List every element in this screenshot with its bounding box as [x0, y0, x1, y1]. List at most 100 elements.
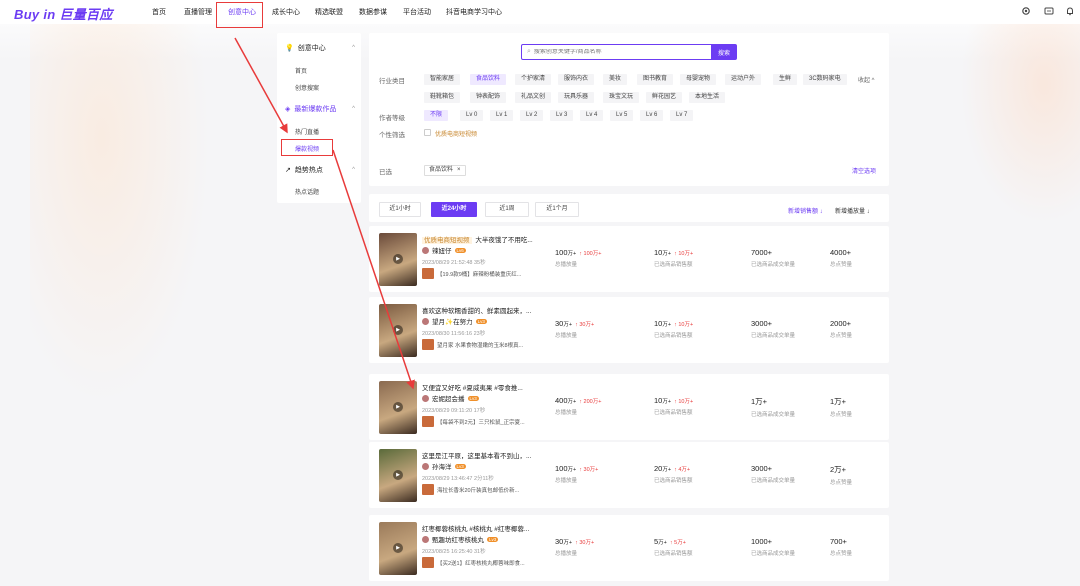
industry-chip-row2-1[interactable]: 钟表配饰 — [470, 92, 507, 103]
quality-video-label[interactable]: 优质电商短视频 — [435, 129, 477, 138]
play-icon[interactable]: ▶ — [393, 254, 403, 264]
sort-plays[interactable]: 新增播放量 ↓ — [835, 206, 870, 215]
nav-platform-activity[interactable]: 平台活动 — [403, 7, 431, 17]
goods-link[interactable]: 【买2送1】红枣核桃丸椰蓉味即食... — [422, 557, 525, 568]
background-decoration-right — [960, 24, 1080, 224]
tab-1m[interactable]: 近1个月 — [535, 202, 579, 217]
level-chip-3[interactable]: Lv 2 — [520, 110, 544, 121]
metric-orders: 7000+ 已选商品成交单量 — [751, 248, 796, 268]
sort-sales[interactable]: 新增销售额 ↓ — [788, 206, 823, 215]
menu-item-hot-topics[interactable]: 热点话题 — [295, 187, 319, 196]
level-chip-6[interactable]: Lv 5 — [610, 110, 634, 121]
fold-toggle[interactable]: 收起 ^ — [858, 75, 874, 84]
personal-filter-label: 个性筛选 — [379, 132, 405, 139]
industry-chip-7[interactable]: 运动户外 — [725, 74, 762, 85]
video-title[interactable]: 这里是江平原，这里基本看不到山，... — [422, 450, 531, 460]
video-title[interactable]: 优质电商短视频 大半夜饿了不用吃... — [422, 234, 533, 244]
menu-item-hot-live[interactable]: 热门直播 — [295, 127, 319, 136]
tab-1w[interactable]: 近1周 — [485, 202, 529, 217]
level-chip-0[interactable]: 不限 — [424, 110, 449, 121]
nav-selected-alliance[interactable]: 精选联盟 — [315, 7, 343, 17]
video-thumbnail[interactable]: ▶ — [379, 304, 417, 357]
video-title[interactable]: 又便宜又好吃 #夏威夷果 #零食推... — [422, 382, 523, 392]
level-chip-8[interactable]: Lv 7 — [670, 110, 694, 121]
play-icon[interactable]: ▶ — [393, 402, 403, 412]
close-icon[interactable]: × — [457, 166, 461, 175]
publish-time: 2023/08/25 16:25:40 31秒 — [422, 549, 486, 555]
video-row[interactable]: ▶ 红枣椰蓉核桃丸 #核桃丸 #红枣椰蓉... 甄趣坊红枣核桃丸 Lv3 202… — [369, 515, 889, 581]
nav-learning-center[interactable]: 抖音电商学习中心 — [446, 7, 502, 17]
industry-chip-4[interactable]: 美妆 — [603, 74, 628, 85]
author-info[interactable]: 甄趣坊红枣核桃丸 Lv3 — [422, 534, 499, 544]
side-menu: 💡 创意中心 ^ 首页 创意搜案 ◈ 最新爆款作品 ^ 热门直播 爆款视频 ↗ … — [277, 33, 361, 203]
gear-icon[interactable] — [1020, 6, 1031, 17]
industry-chip-6[interactable]: 母婴宠物 — [680, 74, 717, 85]
menu-group-trends[interactable]: ↗ 趋势热点 ^ — [285, 165, 355, 175]
level-chip-4[interactable]: Lv 3 — [550, 110, 574, 121]
clear-options-link[interactable]: 清空选项 — [852, 166, 876, 175]
video-thumbnail[interactable]: ▶ — [379, 381, 417, 434]
play-icon[interactable]: ▶ — [393, 543, 403, 553]
industry-chip-row2-0[interactable]: 鞋靴箱包 — [424, 92, 461, 103]
industry-chip-row2-5[interactable]: 鲜花园艺 — [646, 92, 683, 103]
video-row[interactable]: ▶ 这里是江平原，这里基本看不到山，... 孙海洋 Lv3 2023/08/29… — [369, 442, 889, 508]
video-row[interactable]: ▶ 又便宜又好吃 #夏威夷果 #零食推... 宏妮超会播 Lv3 2023/08… — [369, 374, 889, 440]
level-chip-2[interactable]: Lv 1 — [490, 110, 514, 121]
trend-icon: ↗ — [285, 167, 291, 174]
goods-link[interactable]: 【每袋不到2元】三只松鼠_正宗夏... — [422, 416, 525, 427]
industry-chip-3[interactable]: 服饰内衣 — [558, 74, 595, 85]
fire-icon: ◈ — [285, 106, 291, 113]
metric-likes: 2000+ 总点赞量 — [830, 319, 853, 339]
avatar — [422, 246, 429, 254]
video-title[interactable]: 喜欢这种软糯香甜的、鲜素圆起来，... — [422, 305, 531, 315]
bell-icon[interactable] — [1064, 6, 1075, 17]
video-title[interactable]: 红枣椰蓉核桃丸 #核桃丸 #红枣椰蓉... — [422, 523, 529, 533]
nav-data-advisor[interactable]: 数据参谋 — [359, 7, 387, 17]
industry-chip-2[interactable]: 个护家清 — [515, 74, 552, 85]
industry-chip-1[interactable]: 食品饮料 — [470, 74, 507, 85]
menu-item-home[interactable]: 首页 — [295, 66, 307, 75]
video-row[interactable]: ▶ 优质电商短视频 大半夜饿了不用吃... 辣妞仔 Lv6 2023/08/29… — [369, 226, 889, 292]
level-chip-7[interactable]: Lv 6 — [640, 110, 664, 121]
author-info[interactable]: 宏妮超会播 Lv3 — [422, 393, 479, 403]
industry-chip-row2-3[interactable]: 玩具乐器 — [558, 92, 595, 103]
tab-1h[interactable]: 近1小时 — [379, 202, 421, 217]
video-thumbnail[interactable]: ▶ — [379, 233, 417, 286]
video-thumbnail[interactable]: ▶ — [379, 522, 417, 575]
video-thumbnail[interactable]: ▶ — [379, 449, 417, 502]
menu-item-creative-search[interactable]: 创意搜案 — [295, 83, 319, 92]
industry-chip-row2-6[interactable]: 本地生活 — [689, 92, 726, 103]
author-info[interactable]: 望月✨在努力 Lv3 — [422, 316, 487, 326]
author-info[interactable]: 辣妞仔 Lv6 — [422, 245, 466, 255]
industry-chip-9[interactable]: 3C数码家电 — [803, 74, 847, 85]
industry-chip-row2-4[interactable]: 珠宝文玩 — [603, 92, 640, 103]
nav-growth-center[interactable]: 成长中心 — [272, 7, 300, 17]
industry-label: 行业类目 — [379, 78, 405, 85]
selected-tag[interactable]: 食品饮料 × — [424, 165, 466, 176]
industry-chip-row2-2[interactable]: 礼品文创 — [515, 92, 552, 103]
level-chip-5[interactable]: Lv 4 — [580, 110, 604, 121]
video-row[interactable]: ▶ 喜欢这种软糯香甜的、鲜素圆起来，... 望月✨在努力 Lv3 2023/08… — [369, 297, 889, 363]
industry-chip-5[interactable]: 图书教育 — [637, 74, 674, 85]
search-button[interactable]: 搜索 — [711, 44, 737, 60]
level-chip-1[interactable]: Lv 0 — [460, 110, 484, 121]
nav-home[interactable]: 首页 — [152, 7, 166, 17]
search-input[interactable] — [533, 49, 704, 55]
industry-chip-0[interactable]: 智能家居 — [424, 74, 461, 85]
menu-group-creative-center[interactable]: 💡 创意中心 ^ — [285, 43, 355, 53]
goods-link[interactable]: 望月家 水果食物湿嫩的玉米8根真... — [422, 339, 523, 350]
menu-group-hot-works[interactable]: ◈ 最新爆款作品 ^ — [285, 104, 355, 114]
quality-badge: 优质电商短视频 — [422, 237, 472, 244]
message-icon[interactable] — [1043, 6, 1054, 17]
nav-live-manage[interactable]: 直播管理 — [184, 7, 212, 17]
goods-link[interactable]: 海拉长香米20斤装真包邮低价新... — [422, 484, 519, 495]
goods-link[interactable]: 【19.9款9桶】麻辣粉桶装重庆红... — [422, 268, 521, 279]
logo[interactable]: Buy in 巨量百应 — [14, 4, 113, 23]
industry-chip-8[interactable]: 生鲜 — [773, 74, 798, 85]
quality-video-checkbox[interactable] — [424, 129, 431, 136]
tab-24h[interactable]: 近24小时 — [431, 202, 477, 217]
author-info[interactable]: 孙海洋 Lv3 — [422, 461, 466, 471]
play-icon[interactable]: ▶ — [393, 470, 403, 480]
publish-time: 2023/08/29 13:46:47 2分11秒 — [422, 476, 494, 482]
play-icon[interactable]: ▶ — [393, 325, 403, 335]
